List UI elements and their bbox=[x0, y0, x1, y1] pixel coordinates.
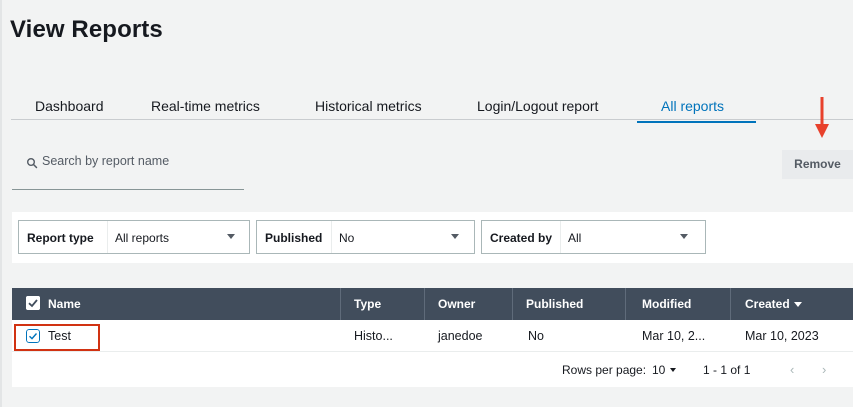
sort-descending-icon[interactable] bbox=[794, 302, 802, 307]
tab-login-logout-report[interactable]: Login/Logout report bbox=[477, 98, 598, 114]
row-checkbox[interactable] bbox=[26, 329, 40, 343]
chevron-left-icon[interactable]: ‹ bbox=[790, 353, 794, 387]
table-row[interactable]: Test Histo... janedoe No Mar 10, 2... Ma… bbox=[12, 320, 853, 352]
column-header-owner[interactable]: Owner bbox=[438, 288, 475, 320]
cell-published: No bbox=[528, 329, 544, 343]
column-divider bbox=[340, 288, 341, 320]
search-input[interactable] bbox=[42, 154, 237, 168]
chevron-right-icon[interactable]: › bbox=[822, 353, 826, 387]
table-footer: Rows per page: 10 1 - 1 of 1 ‹ › bbox=[12, 353, 853, 387]
filter-divider bbox=[331, 221, 332, 253]
filter-report-type[interactable]: Report type All reports bbox=[18, 220, 250, 254]
filter-label: Published bbox=[265, 231, 323, 245]
select-all-checkbox[interactable] bbox=[26, 296, 40, 310]
rows-per-page-select[interactable]: 10 bbox=[652, 353, 665, 387]
column-divider bbox=[424, 288, 425, 320]
chevron-down-icon[interactable] bbox=[670, 368, 676, 372]
filter-value: All reports bbox=[115, 231, 170, 245]
cell-created: Mar 10, 2023 bbox=[745, 329, 819, 343]
column-header-type[interactable]: Type bbox=[354, 288, 381, 320]
chevron-down-icon bbox=[680, 234, 688, 239]
column-header-created[interactable]: Created bbox=[745, 288, 790, 320]
page-title: View Reports bbox=[10, 16, 163, 43]
filter-divider bbox=[107, 221, 108, 253]
tab-real-time-metrics[interactable]: Real-time metrics bbox=[151, 98, 260, 114]
filter-created-by[interactable]: Created by All bbox=[481, 220, 706, 254]
column-header-published[interactable]: Published bbox=[526, 288, 583, 320]
reports-page: View Reports Dashboard Real-time metrics… bbox=[0, 0, 853, 407]
tab-bar: Dashboard Real-time metrics Historical m… bbox=[11, 98, 853, 120]
cell-owner: janedoe bbox=[438, 329, 483, 343]
rows-per-page-label: Rows per page: bbox=[562, 363, 647, 377]
window-edge bbox=[0, 0, 2, 407]
filter-value: All bbox=[568, 231, 582, 245]
remove-button[interactable]: Remove bbox=[782, 150, 853, 179]
column-divider bbox=[625, 288, 626, 320]
tab-dashboard[interactable]: Dashboard bbox=[35, 98, 104, 114]
reports-table: Name Type Owner Published Modified Creat… bbox=[12, 288, 853, 387]
chevron-down-icon bbox=[227, 234, 235, 239]
column-header-name[interactable]: Name bbox=[48, 288, 81, 320]
arrow-down-annotation bbox=[815, 97, 829, 138]
cell-modified: Mar 10, 2... bbox=[642, 329, 706, 343]
column-divider bbox=[730, 288, 731, 320]
tab-all-reports[interactable]: All reports bbox=[661, 98, 724, 114]
filter-published[interactable]: Published No bbox=[256, 220, 475, 254]
column-header-modified[interactable]: Modified bbox=[642, 288, 691, 320]
chevron-down-icon bbox=[451, 234, 459, 239]
column-divider bbox=[512, 288, 513, 320]
pagination-range: 1 - 1 of 1 bbox=[703, 363, 751, 377]
filter-bar: Report type All reports Published No Cre… bbox=[12, 212, 853, 263]
table-header: Name Type Owner Published Modified Creat… bbox=[12, 288, 853, 320]
filter-label: Report type bbox=[27, 231, 94, 245]
filter-label: Created by bbox=[490, 231, 553, 245]
search-icon bbox=[27, 158, 38, 169]
filter-divider bbox=[560, 221, 561, 253]
search-field[interactable] bbox=[12, 148, 244, 190]
filter-value: No bbox=[339, 231, 355, 245]
cell-type: Histo... bbox=[354, 329, 393, 343]
active-tab-indicator bbox=[637, 121, 756, 123]
tab-historical-metrics[interactable]: Historical metrics bbox=[315, 98, 422, 114]
cell-name[interactable]: Test bbox=[48, 320, 71, 352]
